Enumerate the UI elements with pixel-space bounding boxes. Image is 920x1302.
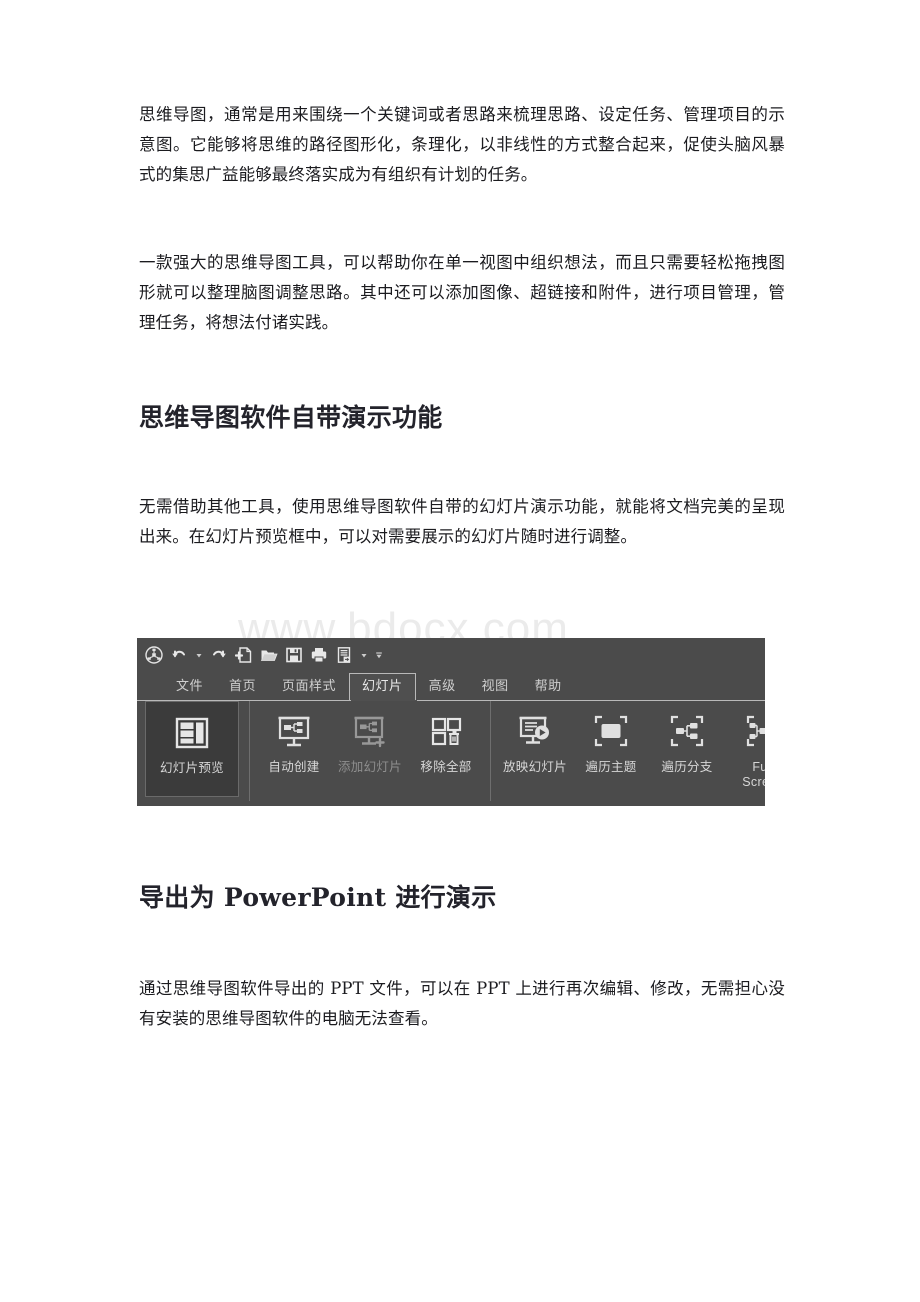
auto-create-button[interactable]: 自动创建 <box>256 701 332 793</box>
remove-all-label: 移除全部 <box>420 760 472 774</box>
tab-page-style[interactable]: 页面样式 <box>269 673 349 700</box>
slide-preview-label: 幻灯片预览 <box>159 761 224 775</box>
tab-slides[interactable]: 幻灯片 <box>349 673 416 700</box>
paragraph-1: 思维导图，通常是用来围绕一个关键词或者思路来梳理思路、设定任务、管理项目的示意图… <box>139 105 785 184</box>
tab-advanced[interactable]: 高级 <box>416 673 469 700</box>
ribbon-screenshot: 文件 首页 页面样式 幻灯片 高级 视图 帮助 幻灯片预览 自动创建 添加幻灯片… <box>137 638 765 806</box>
document-body: 思维导图，通常是用来围绕一个关键词或者思路来梳理思路、设定任务、管理项目的示意图… <box>139 100 785 552</box>
traverse-branch-icon <box>666 711 708 753</box>
save-icon[interactable] <box>285 646 303 664</box>
export-dropdown-caret-icon[interactable] <box>360 646 368 664</box>
section-heading-1: 思维导图软件自带演示功能 <box>139 403 443 432</box>
tab-file[interactable]: 文件 <box>163 673 216 700</box>
tab-help[interactable]: 帮助 <box>522 673 575 700</box>
traverse-topic-button[interactable]: 遍历主题 <box>573 701 649 793</box>
ribbon-group-slides: 自动创建 添加幻灯片 移除全部 <box>250 701 491 801</box>
tab-view[interactable]: 视图 <box>469 673 522 700</box>
play-slideshow-label: 放映幻灯片 <box>502 760 567 774</box>
add-slide-button[interactable]: 添加幻灯片 <box>332 701 408 793</box>
tab-home[interactable]: 首页 <box>216 673 269 700</box>
print-icon[interactable] <box>310 646 328 664</box>
redo-icon[interactable] <box>210 646 228 664</box>
paragraph-3: 无需借助其他工具，使用思维导图软件自带的幻灯片演示功能，就能将文档完美的呈现出来… <box>139 497 785 546</box>
add-slide-label: 添加幻灯片 <box>337 760 402 774</box>
document-body-lower: 导出为 PowerPoint 进行演示 通过思维导图软件导出的 PPT 文件，可… <box>139 880 785 1034</box>
ribbon-group-show: 放映幻灯片 遍历主题 遍历分支 Fu Scr <box>491 701 765 801</box>
full-screen-icon <box>742 711 765 753</box>
traverse-branch-label: 遍历分支 <box>661 760 713 774</box>
section-heading-2: 导出为 PowerPoint 进行演示 <box>139 883 497 912</box>
auto-create-slides-icon <box>273 711 315 753</box>
export-icon[interactable] <box>335 646 353 664</box>
remove-all-slides-icon <box>425 711 467 753</box>
remove-all-button[interactable]: 移除全部 <box>408 701 484 793</box>
paragraph-2: 一款强大的思维导图工具，可以帮助你在单一视图中组织想法，而且只需要轻松拖拽图形就… <box>139 253 785 332</box>
new-document-icon[interactable] <box>234 646 253 664</box>
full-screen-button[interactable]: Full Screen <box>725 701 765 793</box>
ribbon-button-groups: 幻灯片预览 自动创建 添加幻灯片 移除全部 放映幻灯片 遍历主题 遍历分支 Fu… <box>137 701 765 806</box>
slide-preview-button[interactable]: 幻灯片预览 <box>145 701 239 797</box>
undo-icon[interactable] <box>170 646 188 664</box>
play-slideshow-icon <box>514 711 556 753</box>
open-folder-icon[interactable] <box>260 646 278 664</box>
app-logo-icon[interactable] <box>145 646 163 664</box>
add-slide-icon <box>349 711 391 753</box>
slide-preview-icon <box>171 712 213 754</box>
ribbon-group-preview: 幻灯片预览 <box>137 701 250 801</box>
traverse-topic-icon <box>590 711 632 753</box>
play-slideshow-button[interactable]: 放映幻灯片 <box>497 701 573 793</box>
quick-access-toolbar[interactable] <box>145 642 383 668</box>
customize-toolbar-caret-icon[interactable] <box>375 646 383 664</box>
auto-create-label: 自动创建 <box>268 760 320 774</box>
full-screen-label: Full Screen <box>742 760 765 789</box>
traverse-branch-button[interactable]: 遍历分支 <box>649 701 725 793</box>
paragraph-4: 通过思维导图软件导出的 PPT 文件，可以在 PPT 上进行再次编辑、修改，无需… <box>139 979 785 1028</box>
ribbon-tab-bar[interactable]: 文件 首页 页面样式 幻灯片 高级 视图 帮助 <box>137 670 765 700</box>
traverse-topic-label: 遍历主题 <box>585 760 637 774</box>
document-page: 思维导图，通常是用来围绕一个关键词或者思路来梳理思路、设定任务、管理项目的示意图… <box>0 0 920 1302</box>
undo-dropdown-caret-icon[interactable] <box>195 646 203 664</box>
